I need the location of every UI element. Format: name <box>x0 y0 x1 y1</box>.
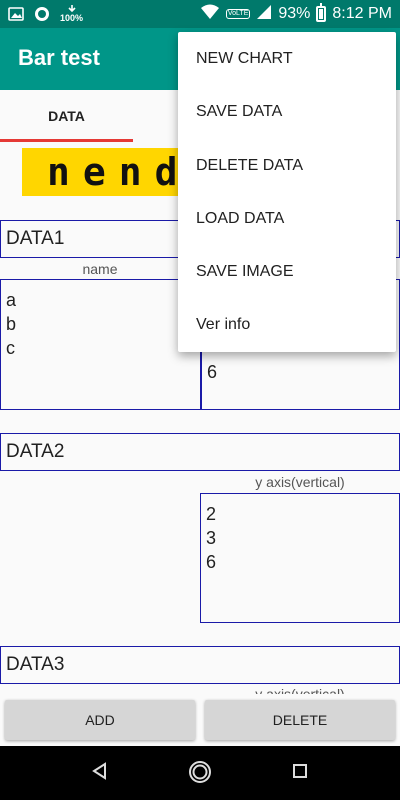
data1-names-field[interactable]: a b c <box>0 279 201 410</box>
ad-banner[interactable]: nend <box>22 148 202 196</box>
overflow-menu: NEW CHART SAVE DATA DELETE DATA LOAD DAT… <box>178 32 396 352</box>
signal-icon <box>256 4 272 25</box>
data2-values-field[interactable]: 2 3 6 <box>200 493 400 623</box>
data3-title-field[interactable]: DATA3 <box>0 646 400 684</box>
y-axis-column-label: y axis(vertical) <box>255 474 345 490</box>
status-bar: 100% VoLTE 93% 8:12 PM <box>0 0 400 28</box>
back-icon[interactable] <box>90 761 110 786</box>
download-indicator: 100% <box>60 5 83 23</box>
menu-item-new-chart[interactable]: NEW CHART <box>178 32 396 85</box>
ad-text: nend <box>47 150 191 194</box>
battery-percent: 93% <box>278 5 311 22</box>
home-icon[interactable] <box>188 760 212 789</box>
data1-value-partial: 6 <box>207 362 218 382</box>
tab-data[interactable]: DATA <box>0 90 133 142</box>
clock: 8:12 PM <box>332 5 392 22</box>
data3-label-clip: y axis(vertical) <box>200 686 400 694</box>
wifi-icon <box>200 4 220 25</box>
delete-button[interactable]: DELETE <box>205 700 395 740</box>
menu-item-ver-info[interactable]: Ver info <box>178 298 396 351</box>
volte-icon: VoLTE <box>225 9 251 19</box>
battery-icon <box>316 3 327 22</box>
app-title: Bar test <box>18 45 100 70</box>
add-button[interactable]: ADD <box>5 700 195 740</box>
navigation-bar <box>0 746 400 800</box>
recents-icon[interactable] <box>292 763 308 784</box>
menu-item-delete-data[interactable]: DELETE DATA <box>178 139 396 192</box>
data3-y-axis-label: y axis(vertical) <box>255 686 345 694</box>
download-percent: 100% <box>60 13 84 23</box>
data2-title-field[interactable]: DATA2 <box>0 433 400 471</box>
name-column-label: name <box>82 261 118 277</box>
menu-item-save-image[interactable]: SAVE IMAGE <box>178 245 396 298</box>
photo-icon <box>8 6 24 22</box>
menu-item-save-data[interactable]: SAVE DATA <box>178 85 396 138</box>
circle-icon <box>34 6 50 22</box>
menu-item-load-data[interactable]: LOAD DATA <box>178 192 396 245</box>
